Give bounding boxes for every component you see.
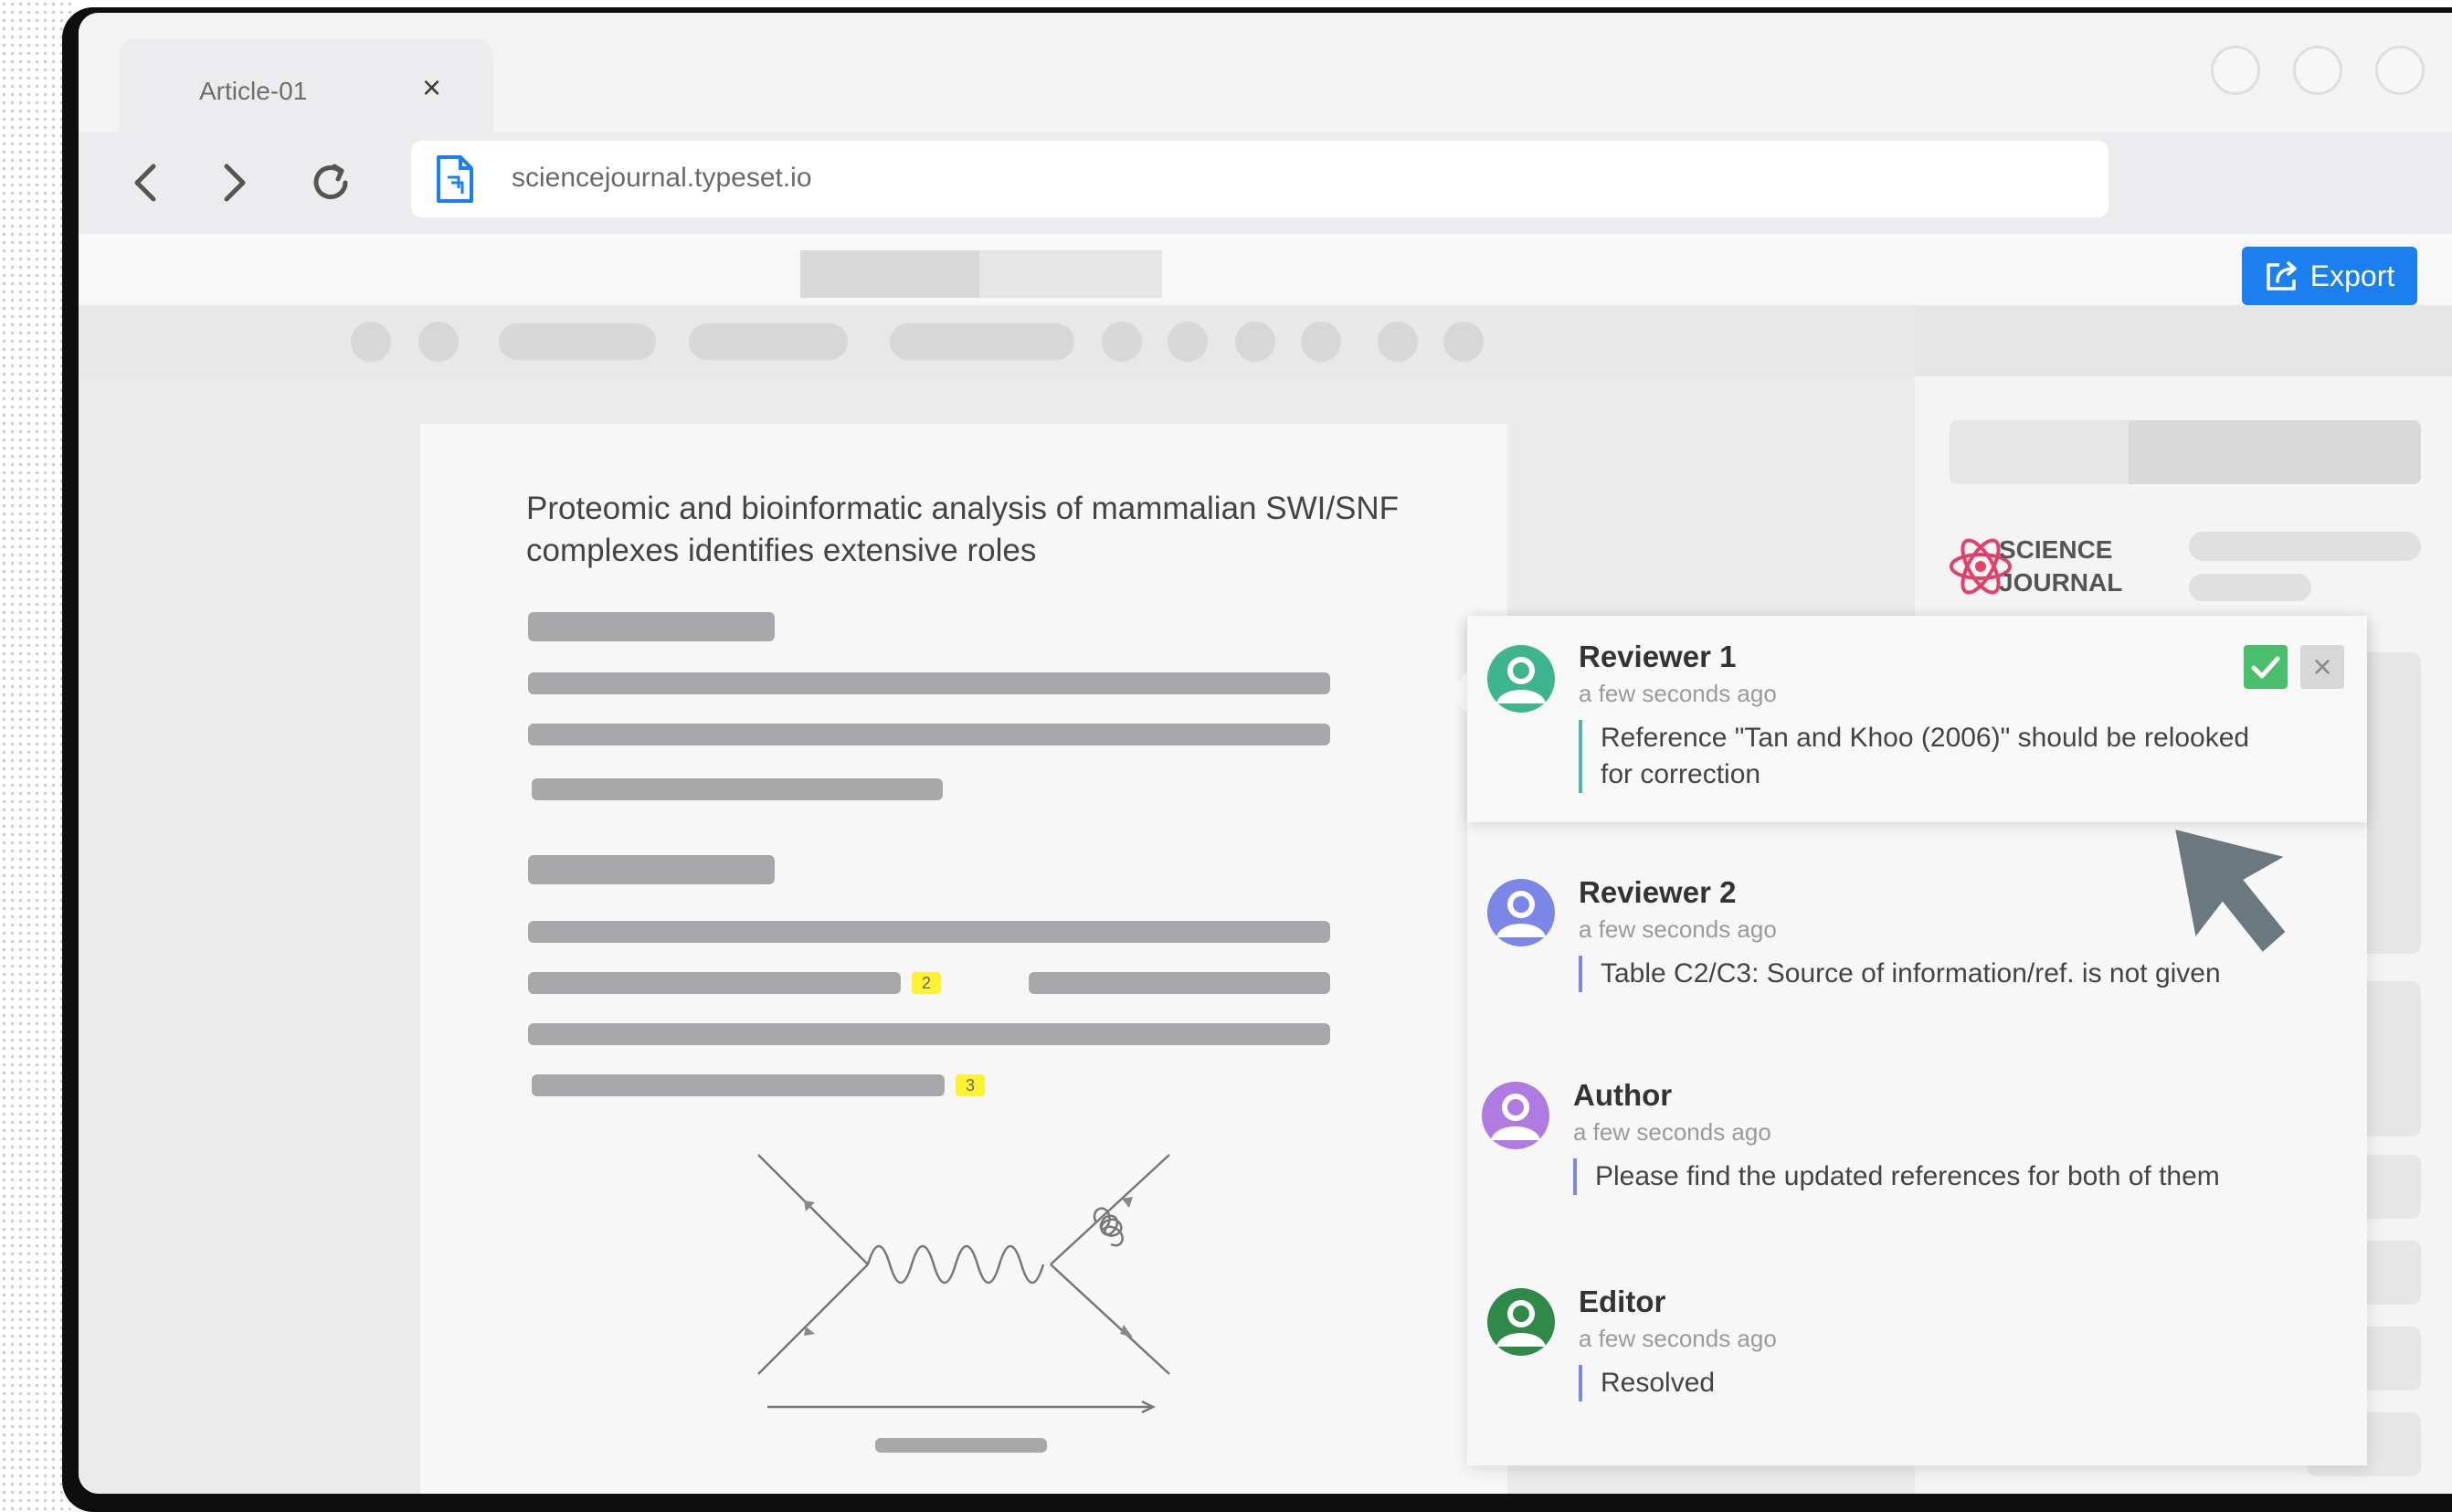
comment-author: Author <box>1573 1078 1673 1112</box>
comment-text: Reference "Tan and Khoo (2006)" should b… <box>1579 720 2267 793</box>
journal-name: SCIENCE JOURNAL <box>1999 534 2122 599</box>
text-placeholder-line <box>532 1074 945 1096</box>
comment-timestamp: a few seconds ago <box>1579 915 1777 943</box>
panel-placeholder <box>2189 532 2421 561</box>
format-button[interactable] <box>1235 322 1275 362</box>
citation-badge[interactable]: 3 <box>956 1074 985 1096</box>
format-button[interactable] <box>1301 322 1341 362</box>
formatting-toolbar <box>79 305 1915 376</box>
reload-icon[interactable] <box>303 155 358 210</box>
comment-pointer <box>1447 671 1469 714</box>
approve-checkmark-button[interactable] <box>2244 645 2288 689</box>
comment-text: Resolved <box>1579 1365 2267 1401</box>
toolbar-placeholder-tab[interactable] <box>800 250 979 298</box>
comment-timestamp: a few seconds ago <box>1579 680 1777 707</box>
journal-name-line2: JOURNAL <box>1999 568 2123 597</box>
right-panel-header <box>1915 305 2452 376</box>
text-placeholder-line <box>528 921 1330 943</box>
panel-tab-placeholder[interactable] <box>1950 420 2129 484</box>
format-button[interactable] <box>1168 322 1208 362</box>
format-dropdown[interactable] <box>499 323 656 360</box>
format-button[interactable] <box>1443 322 1484 362</box>
document-link-icon <box>437 155 473 203</box>
format-button[interactable] <box>418 322 459 362</box>
format-dropdown[interactable] <box>890 323 1074 360</box>
browser-window: Article-01 × sciencejournal.typeset.io E… <box>79 13 2452 1494</box>
text-placeholder-heading <box>528 855 775 884</box>
comment-author: Editor <box>1579 1285 1666 1318</box>
citation-badge[interactable]: 2 <box>912 972 941 994</box>
format-dropdown[interactable] <box>689 323 848 360</box>
text-placeholder-line <box>532 778 943 800</box>
tab-title: Article-01 <box>199 77 308 105</box>
address-bar[interactable]: sciencejournal.typeset.io <box>411 141 2109 217</box>
dismiss-comment-button[interactable]: × <box>2300 645 2344 689</box>
figure-caption-placeholder <box>875 1438 1047 1453</box>
editor-toolbar: Export <box>79 234 2452 305</box>
user-avatar-icon <box>1487 645 1555 713</box>
export-label: Export <box>2309 259 2395 292</box>
window-control-close[interactable] <box>2375 46 2425 95</box>
feynman-diagram-figure <box>757 1154 1170 1414</box>
text-placeholder-line <box>528 724 1330 745</box>
comment-author: Reviewer 1 <box>1579 640 1737 673</box>
panel-tab-placeholder[interactable] <box>2129 420 2421 484</box>
panel-placeholder <box>2189 574 2311 601</box>
mouse-cursor-icon <box>2175 830 2286 952</box>
document-page[interactable]: Proteomic and bioinformatic analysis of … <box>420 424 1507 1494</box>
document-title: Proteomic and bioinformatic analysis of … <box>526 491 1400 568</box>
navigation-bar: sciencejournal.typeset.io <box>79 132 2452 234</box>
export-button[interactable]: Export <box>2242 247 2417 305</box>
comment-text: Table C2/C3: Source of information/ref. … <box>1579 956 2267 992</box>
comment-author: Reviewer 2 <box>1579 875 1737 909</box>
comment-timestamp: a few seconds ago <box>1579 1325 1777 1352</box>
user-avatar-icon <box>1487 1288 1555 1356</box>
text-placeholder-line <box>1029 972 1330 994</box>
format-button[interactable] <box>1102 322 1142 362</box>
window-control-minimize[interactable] <box>2211 46 2260 95</box>
comment-timestamp: a few seconds ago <box>1573 1118 1771 1146</box>
journal-name-line1: SCIENCE <box>1999 535 2113 564</box>
format-button[interactable] <box>1378 322 1418 362</box>
tab-bar: Article-01 × <box>79 13 2452 137</box>
text-placeholder-line <box>528 1023 1330 1045</box>
window-control-maximize[interactable] <box>2293 46 2342 95</box>
checkmark-icon <box>2251 656 2280 679</box>
back-arrow-icon[interactable] <box>119 155 174 210</box>
text-placeholder-line <box>528 972 901 994</box>
user-avatar-icon <box>1482 1082 1549 1149</box>
url-text: sciencejournal.typeset.io <box>512 163 812 193</box>
text-placeholder-line <box>528 672 1330 694</box>
export-icon <box>2267 261 2297 291</box>
tab-close-icon[interactable]: × <box>422 68 441 108</box>
active-comment-card[interactable]: Reviewer 1 a few seconds ago Reference "… <box>1467 616 2367 822</box>
text-placeholder-heading <box>528 612 775 641</box>
format-button[interactable] <box>351 322 391 362</box>
toolbar-placeholder-tab[interactable] <box>979 250 1162 298</box>
comment-text: Please find the updated references for b… <box>1573 1158 2262 1195</box>
forward-arrow-icon[interactable] <box>206 155 261 210</box>
user-avatar-icon <box>1487 879 1555 946</box>
